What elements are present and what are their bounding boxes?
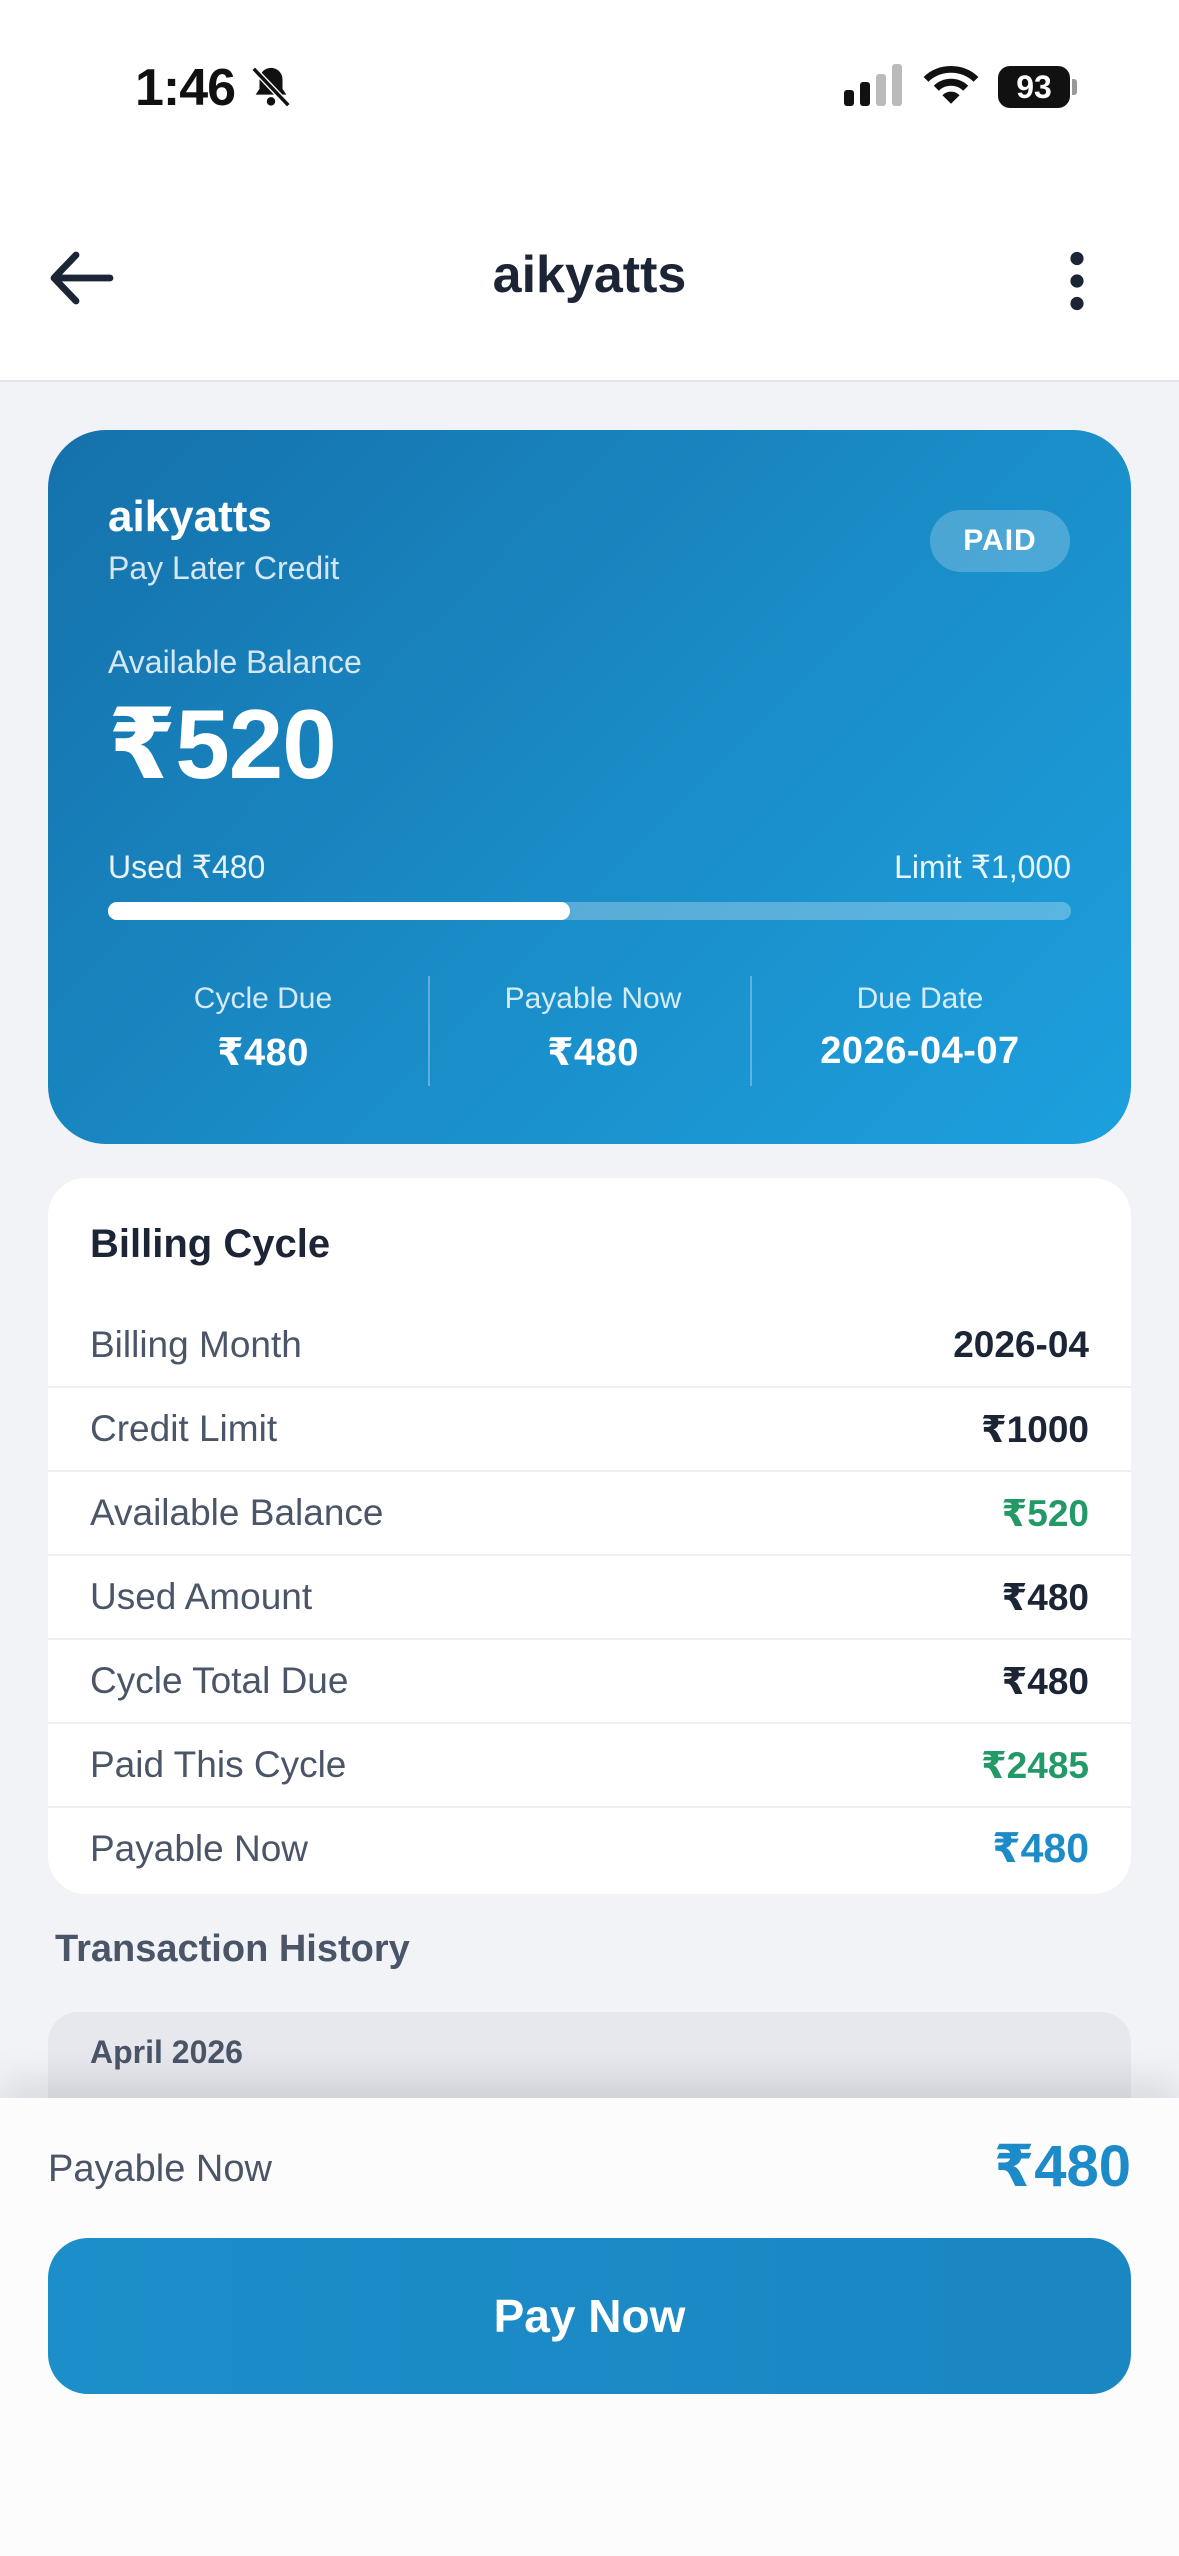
available-balance-value: ₹520 [108,689,337,799]
stat-divider [750,976,752,1086]
usage-progress-bar [108,902,1071,920]
billing-row-month: Billing Month 2026-04 [48,1304,1131,1388]
usage-progress-fill [108,902,571,920]
billing-row-cycle-total-due: Cycle Total Due ₹480 [48,1640,1131,1724]
stat-payable-now: Payable Now ₹480 [438,982,748,1075]
billing-row-paid-this-cycle: Paid This Cycle ₹2485 [48,1724,1131,1808]
nav-bar: aikyatts [0,175,1179,382]
battery-icon: 93 [998,66,1078,108]
billing-row-used-amount: Used Amount ₹480 [48,1556,1131,1640]
row-value: ₹480 [1001,1661,1089,1702]
row-label: Cycle Total Due [90,1660,349,1701]
row-value: ₹480 [992,1825,1089,1871]
available-balance-label: Available Balance [108,644,362,680]
pay-now-button[interactable]: Pay Now [48,2238,1131,2394]
row-value: ₹2485 [980,1745,1089,1786]
signal-icon [844,64,902,106]
limit-label: Limit ₹1,000 [894,849,1071,885]
row-label: Used Amount [90,1576,313,1617]
screen: 1:46 93 aikyatts aikyatts Pay Later Cred… [0,0,1179,2556]
billing-cycle-card: Billing Cycle Billing Month 2026-04 Cred… [48,1178,1131,1894]
payable-now-amount: ₹480 [993,2134,1131,2199]
month-label: April 2026 [90,2034,243,2070]
wifi-icon [923,66,979,104]
row-label: Billing Month [90,1324,302,1365]
row-label: Available Balance [90,1492,384,1533]
billing-rows: Billing Month 2026-04 Credit Limit ₹1000… [48,1304,1131,1892]
more-vertical-icon[interactable] [1062,251,1092,311]
status-time: 1:46 [135,59,236,117]
stat-divider [428,976,430,1086]
battery-level: 93 [998,66,1070,108]
stat-value: 2026-04-07 [820,1030,1020,1072]
battery-tip [1072,79,1077,95]
account-name: aikyatts [108,492,272,541]
payable-now-label: Payable Now [48,2148,272,2190]
bell-slash-icon [251,66,291,108]
credit-summary-card: aikyatts Pay Later Credit PAID Available… [48,430,1131,1144]
stat-label: Cycle Due [193,982,333,1015]
billing-row-available-balance: Available Balance ₹520 [48,1472,1131,1556]
billing-row-payable-now: Payable Now ₹480 [48,1808,1131,1892]
row-value: ₹1000 [980,1409,1089,1450]
stat-cycle-due: Cycle Due ₹480 [108,982,418,1075]
page-title: aikyatts [492,246,687,304]
payment-footer: Payable Now ₹480 Pay Now [0,2098,1179,2556]
stat-value: ₹480 [217,1032,309,1074]
stat-value: ₹480 [547,1032,639,1074]
row-value: ₹520 [1001,1493,1089,1534]
transaction-history-title: Transaction History [55,1928,410,1970]
stat-due-date: Due Date 2026-04-07 [760,982,1080,1073]
status-badge: PAID [930,510,1070,572]
status-bar: 1:46 93 [0,0,1179,175]
billing-row-credit-limit: Credit Limit ₹1000 [48,1388,1131,1472]
row-label: Paid This Cycle [90,1744,347,1785]
row-value: ₹480 [1001,1577,1089,1618]
row-label: Credit Limit [90,1408,278,1449]
row-label: Payable Now [90,1828,309,1869]
account-type: Pay Later Credit [108,550,340,586]
stat-label: Payable Now [504,982,682,1015]
stat-label: Due Date [856,982,984,1015]
used-amount-label: Used ₹480 [108,849,266,885]
row-value: 2026-04 [953,1324,1089,1365]
billing-cycle-title: Billing Cycle [90,1222,331,1266]
